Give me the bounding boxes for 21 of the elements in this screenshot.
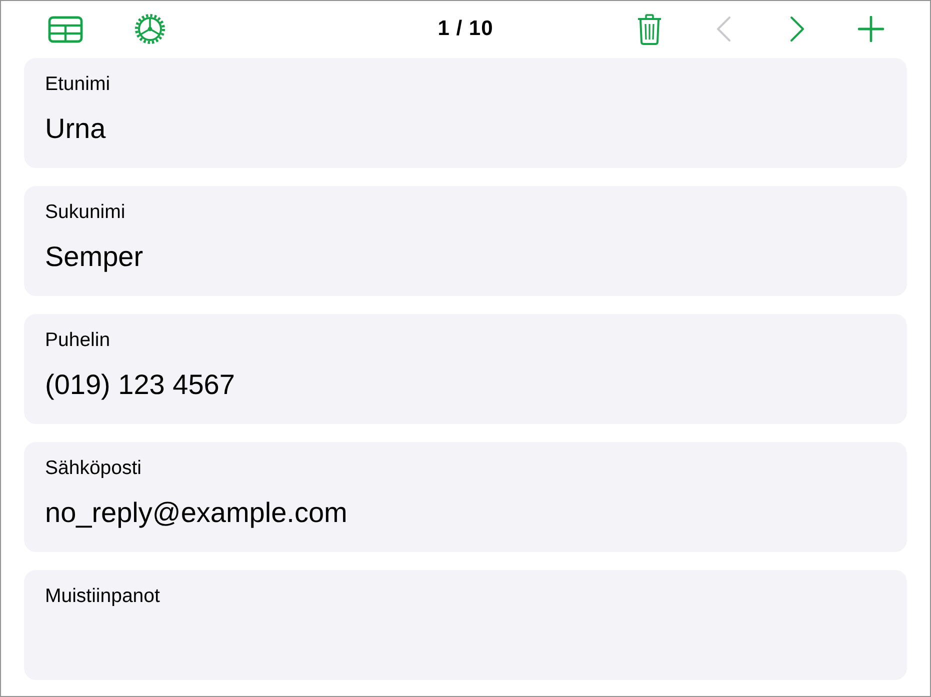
table-icon	[48, 16, 82, 42]
trash-icon	[636, 14, 662, 44]
form-field[interactable]: Sähköposti no_reply@example.com	[24, 442, 907, 552]
field-label: Muistiinpanot	[45, 584, 160, 608]
field-label: Sukunimi	[45, 200, 126, 224]
form-field[interactable]: Etunimi Urna	[24, 58, 907, 168]
record-counter: 1 / 10	[438, 16, 494, 42]
chevron-right-icon	[790, 16, 804, 42]
text-field[interactable]: no_reply@example.com	[45, 495, 886, 531]
chevron-left-icon	[716, 16, 730, 42]
field-label: Puhelin	[45, 328, 110, 352]
field-label: Sähköposti	[45, 456, 142, 480]
form-field[interactable]: Sukunimi Semper	[24, 186, 907, 296]
plus-icon	[858, 16, 884, 42]
text-field[interactable]: Urna	[45, 111, 886, 147]
text-field[interactable]: (019) 123 4567	[45, 367, 886, 403]
settings-icon	[134, 13, 166, 45]
field-label: Etunimi	[45, 72, 110, 96]
text-field[interactable]: Semper	[45, 239, 886, 275]
form-field[interactable]: Muistiinpanot	[24, 570, 907, 680]
form-field[interactable]: Puhelin (019) 123 4567	[24, 314, 907, 424]
